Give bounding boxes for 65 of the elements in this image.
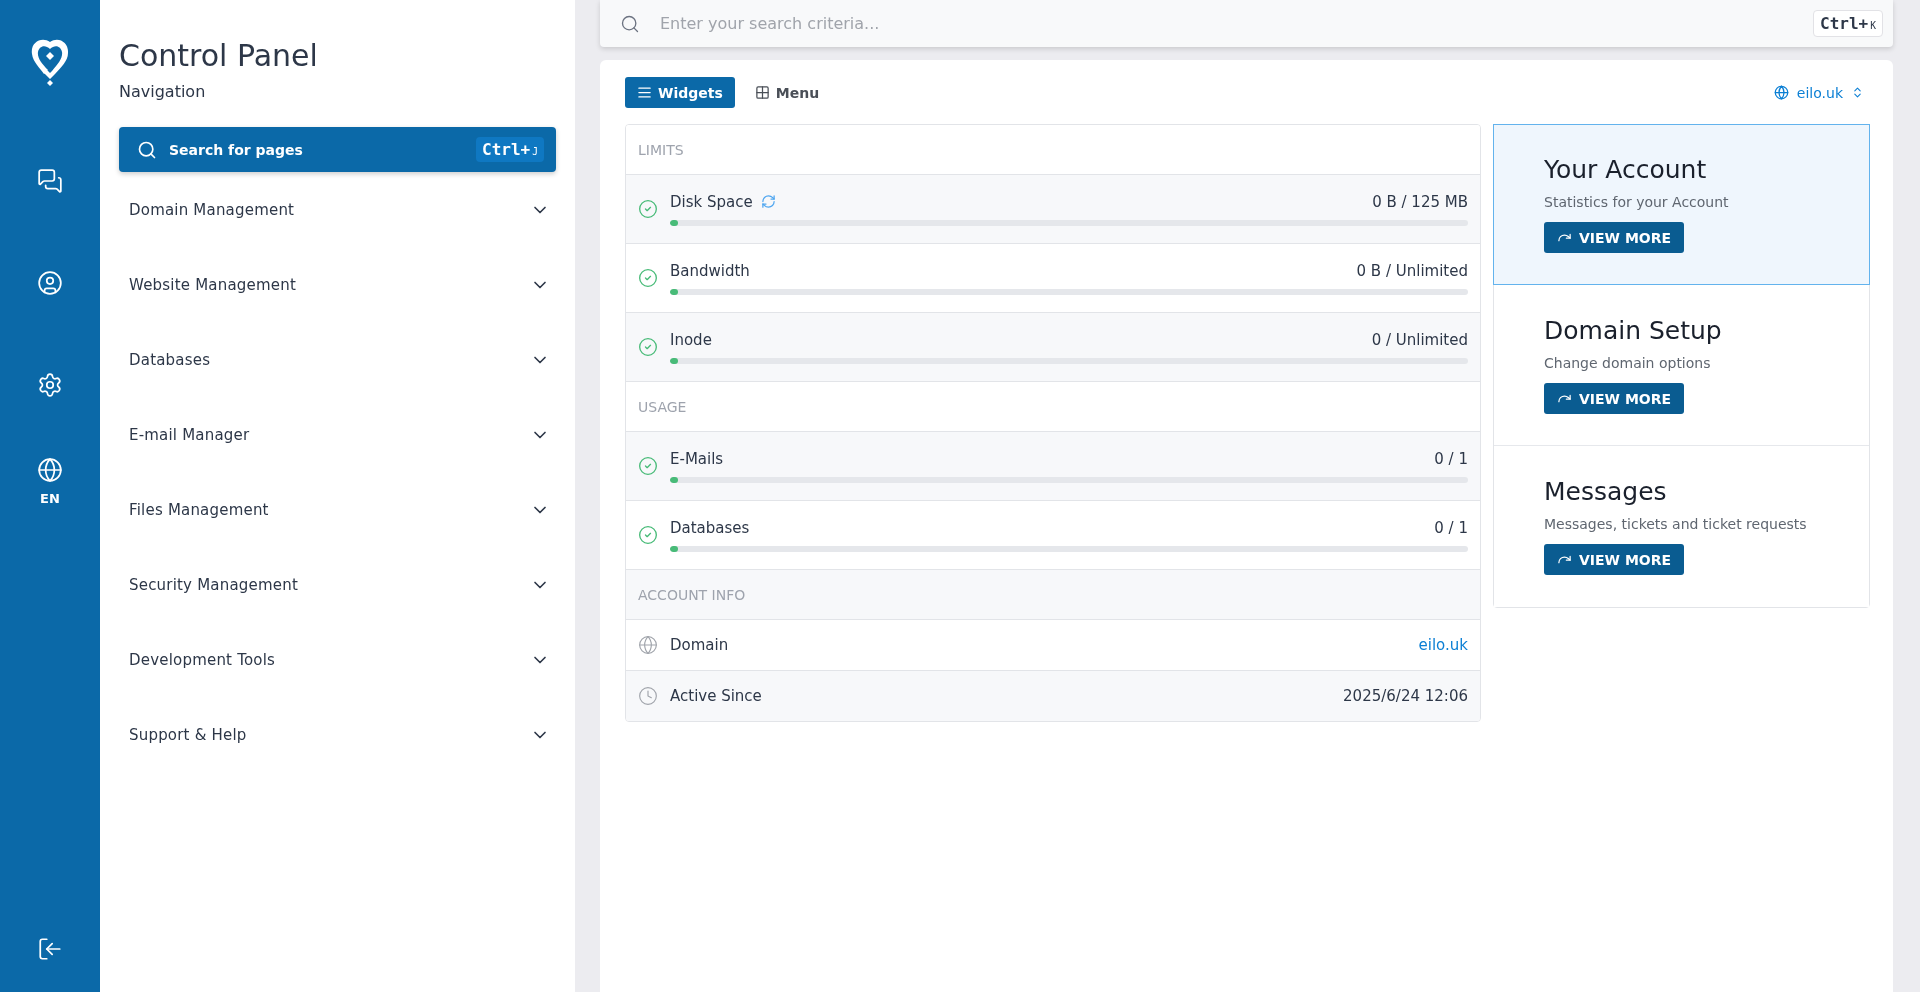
meter-value: 0 B / 125 MB xyxy=(1372,192,1468,211)
card-subtitle: Change domain options xyxy=(1544,355,1712,371)
meter-value: 0 B / Unlimited xyxy=(1356,261,1468,280)
language-label[interactable]: EN xyxy=(40,491,60,506)
view-tab[interactable]: Widgets xyxy=(625,77,735,108)
view-tab[interactable]: Menu xyxy=(742,77,832,108)
clock-icon xyxy=(638,686,658,706)
info-label: Domain xyxy=(670,636,729,654)
grid-icon xyxy=(754,85,770,100)
section-heading: USAGE xyxy=(638,398,687,415)
globe-icon xyxy=(1773,85,1789,100)
domain-link[interactable]: eilo.uk xyxy=(1418,636,1468,654)
sidebar-title: Control Panel xyxy=(119,38,319,73)
view-more-button[interactable]: VIEW MORE xyxy=(1544,222,1685,253)
nav-item[interactable]: E-mail Manager xyxy=(119,397,556,472)
section-heading: LIMITS xyxy=(638,141,684,158)
updown-icon xyxy=(1851,86,1864,99)
search-field[interactable]: Enter your search criteria... Ctrl+K xyxy=(600,0,1893,47)
meter-value: 0 / 1 xyxy=(1434,518,1468,537)
info-value: 2025/6/24 12:06 xyxy=(1343,687,1468,705)
nav-item[interactable]: Development Tools xyxy=(119,622,556,697)
widget-card[interactable]: Your Account Statistics for your Account VIEW MORE xyxy=(1493,124,1870,285)
card-title: Your Account xyxy=(1544,155,1708,184)
check-circle-icon xyxy=(638,268,658,288)
nav-item[interactable]: Website Management xyxy=(119,247,556,322)
user-icon[interactable] xyxy=(37,270,63,296)
check-circle-icon xyxy=(638,525,658,545)
view-more-button[interactable]: VIEW MORE xyxy=(1544,544,1685,575)
nav-item[interactable]: Files Management xyxy=(119,472,556,547)
domain-picker[interactable]: eilo.uk xyxy=(1773,84,1870,101)
settings-icon[interactable] xyxy=(37,372,63,398)
shortcut-key: Ctrl+J xyxy=(476,137,544,162)
globe-icon[interactable] xyxy=(37,457,63,483)
nav-item[interactable]: Databases xyxy=(119,322,556,397)
sidebar-subtitle: Navigation xyxy=(119,82,207,101)
card-subtitle: Messages, tickets and ticket requests xyxy=(1544,516,1808,532)
search-icon xyxy=(137,139,157,160)
card-title: Messages xyxy=(1544,477,1668,506)
meter-label: Disk Space xyxy=(670,192,753,211)
page-search-button[interactable]: Search for pages Ctrl+J xyxy=(119,127,556,172)
meter-value: 0 / Unlimited xyxy=(1371,330,1468,349)
meter-label: E-Mails xyxy=(670,449,724,468)
nav-item[interactable]: Support & Help xyxy=(119,697,556,772)
view-more-button[interactable]: VIEW MORE xyxy=(1544,383,1685,414)
section-heading: ACCOUNT INFO xyxy=(638,586,746,603)
meter-label: Databases xyxy=(670,518,750,537)
card-subtitle: Statistics for your Account xyxy=(1544,194,1730,210)
shortcut-key: Ctrl+K xyxy=(1813,10,1883,37)
meter-value: 0 / 1 xyxy=(1434,449,1468,468)
meter-label: Inode xyxy=(670,330,712,349)
check-circle-icon xyxy=(638,456,658,476)
info-label: Active Since xyxy=(670,687,762,705)
logout-icon[interactable] xyxy=(37,936,63,962)
globe-icon xyxy=(638,635,658,655)
check-circle-icon xyxy=(638,337,658,357)
card-title: Domain Setup xyxy=(1544,316,1723,345)
search-icon xyxy=(620,13,640,34)
chat-icon[interactable] xyxy=(37,168,63,194)
nav-item[interactable]: Domain Management xyxy=(119,172,556,247)
search-input[interactable]: Enter your search criteria... xyxy=(658,13,1796,34)
logo-icon xyxy=(30,38,70,86)
nav-item[interactable]: Security Management xyxy=(119,547,556,622)
list-icon xyxy=(637,85,652,100)
check-circle-icon xyxy=(638,199,658,219)
meter-label: Bandwidth xyxy=(670,261,750,280)
